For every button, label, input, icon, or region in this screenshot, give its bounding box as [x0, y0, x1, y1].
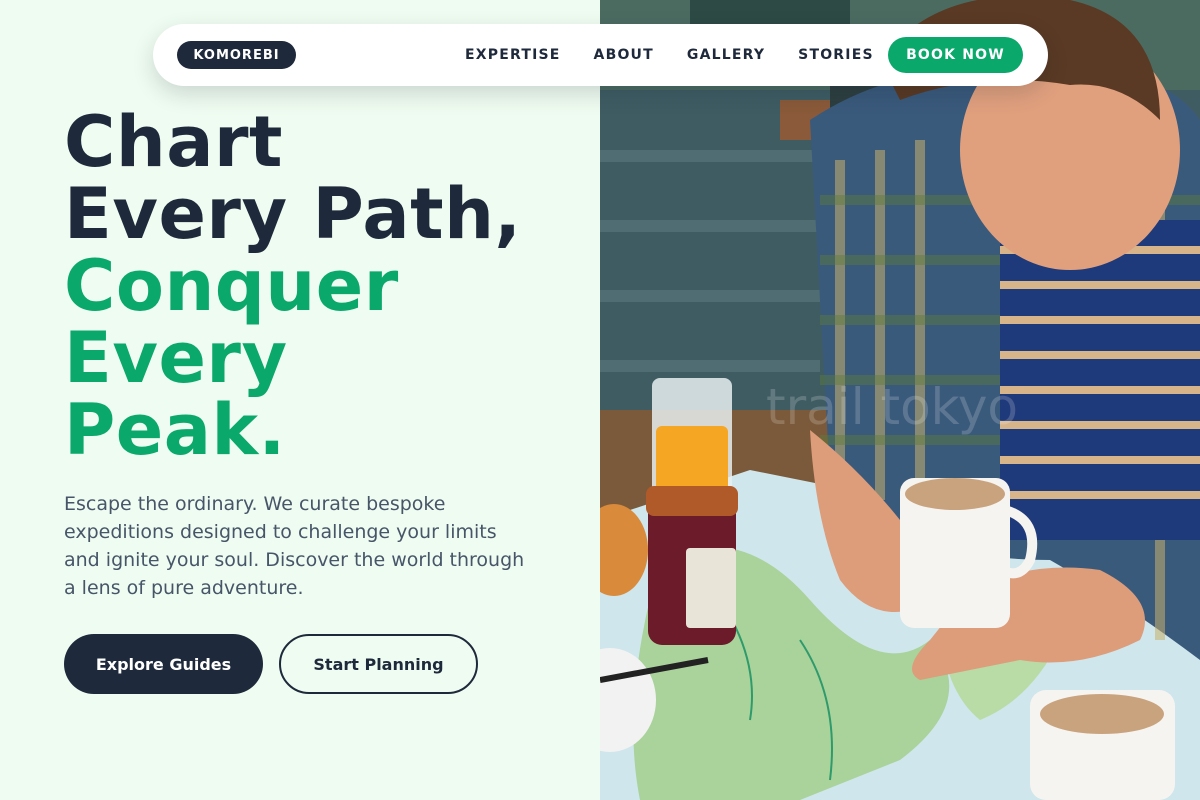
photo-watermark: trail tokyo: [766, 378, 1019, 436]
headline-line: Every Path,: [64, 173, 522, 255]
book-now-button[interactable]: BOOK NOW: [888, 37, 1023, 73]
start-planning-button[interactable]: Start Planning: [279, 634, 478, 694]
top-navigation: KOMOREBI EXPERTISE ABOUT GALLERY STORIES…: [153, 24, 1048, 86]
nav-link-about[interactable]: ABOUT: [594, 47, 654, 63]
hero-description: Escape the ordinary. We curate bespoke e…: [64, 493, 525, 599]
headline-line-accent: Peak.: [64, 389, 286, 471]
hero-headline: Chart Every Path, Conquer Every Peak.: [64, 106, 594, 466]
nav-link-gallery[interactable]: GALLERY: [687, 47, 765, 63]
headline-line-accent: Every: [64, 317, 288, 399]
headline-line-accent: Conquer: [64, 245, 399, 327]
hero-photo: trail tokyo: [600, 0, 1200, 800]
explore-guides-button[interactable]: Explore Guides: [64, 634, 263, 694]
brand-logo[interactable]: KOMOREBI: [177, 41, 296, 69]
nav-links: EXPERTISE ABOUT GALLERY STORIES: [465, 24, 907, 86]
nav-link-stories[interactable]: STORIES: [798, 47, 874, 63]
headline-line: Chart: [64, 101, 283, 183]
nav-link-expertise[interactable]: EXPERTISE: [465, 47, 561, 63]
